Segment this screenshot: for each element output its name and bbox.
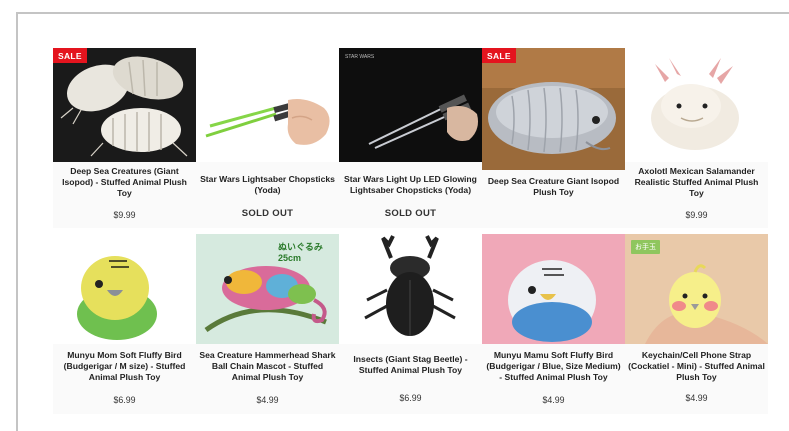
product-image[interactable]: お手玉 <box>625 234 768 344</box>
product-price: $4.99 <box>685 393 708 403</box>
product-card[interactable]: お手玉 Keychain/Cell Phone Strap (Cockatiel… <box>625 234 768 414</box>
sale-badge: SALE <box>53 48 87 63</box>
product-price: $9.99 <box>685 210 708 220</box>
product-title[interactable]: Star Wars Light Up LED Glowing Lightsabe… <box>341 174 480 196</box>
product-card[interactable]: Munyu Mom Soft Fluffy Bird (Budgerigar /… <box>53 234 196 414</box>
product-title[interactable]: Keychain/Cell Phone Strap (Cockatiel - M… <box>627 350 766 383</box>
product-title[interactable]: Deep Sea Creature Giant Isopod Plush Toy <box>484 176 623 198</box>
product-title[interactable]: Munyu Mamu Soft Fluffy Bird (Budgerigar … <box>484 350 623 383</box>
product-image[interactable] <box>196 48 339 162</box>
product-card[interactable]: STAR WARS Star Wars Light Up LED Glowing… <box>339 48 482 228</box>
product-price: $4.99 <box>256 395 279 405</box>
product-image[interactable] <box>625 48 768 162</box>
product-price: $4.99 <box>542 395 565 405</box>
image-caption: ぬいぐるみ 25cm <box>278 242 323 263</box>
sale-badge: SALE <box>482 48 516 63</box>
product-card[interactable]: Star Wars Lightsaber Chopsticks (Yoda) S… <box>196 48 339 228</box>
image-tag: お手玉 <box>631 240 660 254</box>
product-title[interactable]: Sea Creature Hammerhead Shark Ball Chain… <box>198 350 337 383</box>
product-title[interactable]: Axolotl Mexican Salamander Realistic Stu… <box>627 166 766 199</box>
product-card[interactable]: SALE Deep Sea Creature Giant Isopod Plus… <box>482 48 625 228</box>
product-card[interactable]: ぬいぐるみ 25cm Sea Creature Hammerhead Shark… <box>196 234 339 414</box>
product-card[interactable]: Axolotl Mexican Salamander Realistic Stu… <box>625 48 768 228</box>
product-title[interactable]: Deep Sea Creatures (Giant Isopod) - Stuf… <box>55 166 194 199</box>
svg-text:STAR WARS: STAR WARS <box>345 54 375 60</box>
sold-out-label: SOLD OUT <box>384 208 437 219</box>
sold-out-label: SOLD OUT <box>241 208 294 219</box>
product-title[interactable]: Star Wars Lightsaber Chopsticks (Yoda) <box>198 174 337 196</box>
product-image[interactable] <box>482 234 625 344</box>
product-card[interactable]: Munyu Mamu Soft Fluffy Bird (Budgerigar … <box>482 234 625 414</box>
product-image[interactable] <box>53 234 196 344</box>
product-image[interactable] <box>482 48 625 170</box>
product-image[interactable] <box>53 48 196 162</box>
product-image[interactable]: STAR WARS <box>339 48 482 162</box>
product-image[interactable]: ぬいぐるみ 25cm <box>196 234 339 344</box>
product-price: $6.99 <box>113 395 136 405</box>
product-card[interactable]: SALE Deep Sea Creatures (Giant Isopod) -… <box>53 48 196 228</box>
product-image[interactable] <box>339 234 482 344</box>
product-card[interactable]: Insects (Giant Stag Beetle) - Stuffed An… <box>339 234 482 414</box>
product-price: $9.99 <box>113 210 136 220</box>
product-price: $6.99 <box>399 393 422 403</box>
product-title[interactable]: Insects (Giant Stag Beetle) - Stuffed An… <box>341 354 480 376</box>
product-title[interactable]: Munyu Mom Soft Fluffy Bird (Budgerigar /… <box>55 350 194 383</box>
